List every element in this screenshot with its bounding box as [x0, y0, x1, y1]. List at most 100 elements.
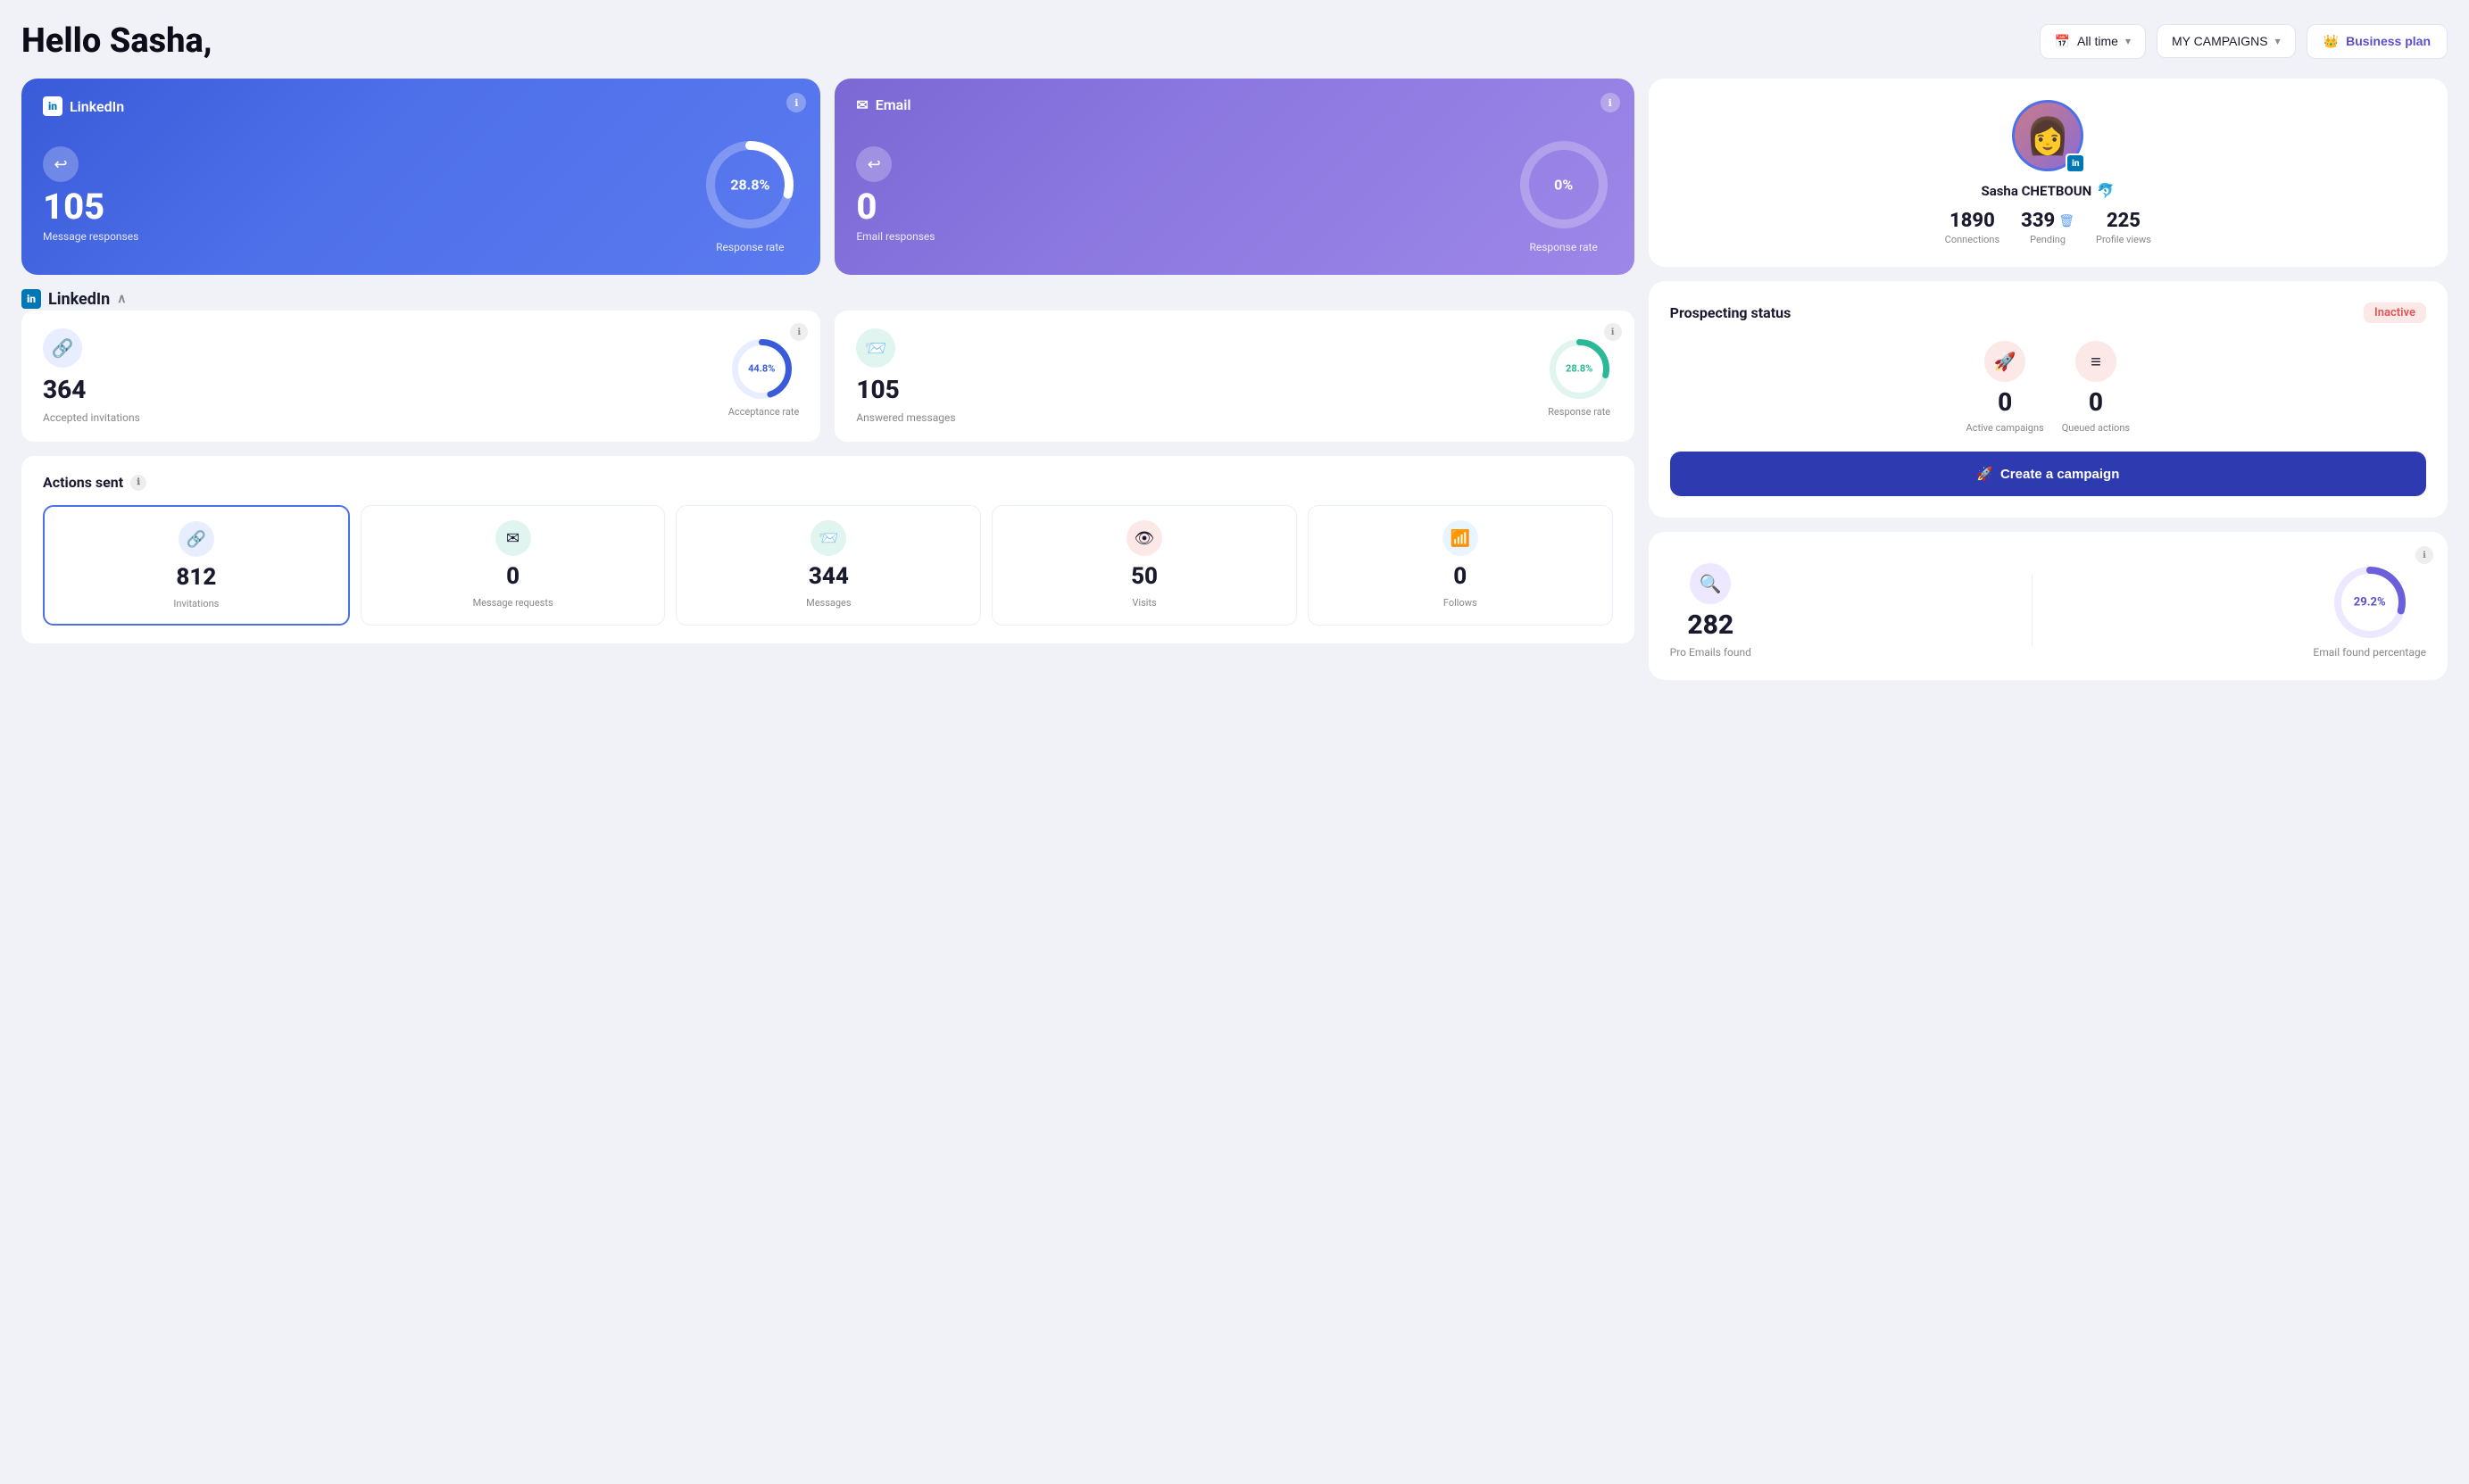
profile-name-text: Sasha CHETBOUN — [1981, 183, 2091, 199]
message-request-icon: ✉ — [495, 520, 531, 556]
queued-actions-stat: ≡ 0 Queued actions — [2062, 341, 2130, 434]
actions-sent-section: Actions sent ℹ 🔗 812 Invitations ✉ 0 Mes… — [21, 456, 1634, 643]
acceptance-rate-donut: 44.8% — [728, 336, 795, 402]
status-badge: Inactive — [2364, 303, 2426, 323]
invitations-action-card[interactable]: 🔗 812 Invitations — [43, 505, 350, 626]
linkedin-response-rate-donut: 28.8% — [701, 136, 799, 234]
trash-icon[interactable]: 🗑 — [2058, 214, 2074, 228]
email-percentage-value: 29.2% — [2354, 596, 2386, 609]
email-rate-value: 0% — [1554, 177, 1573, 194]
main-grid: in LinkedIn ℹ ↩ 105 Message responses — [21, 79, 2448, 680]
email-card-left: ↩ 0 Email responses — [856, 111, 935, 243]
queued-actions-count: 0 — [2089, 387, 2103, 417]
invitations-stat-left: 🔗 364 Accepted invitations — [43, 328, 140, 424]
linkedin-card-right: 28.8% Response rate — [701, 100, 799, 253]
connections-count: 1890 — [1949, 210, 1995, 232]
chevron-down-icon: ▾ — [2275, 35, 2281, 47]
prospecting-title: Prospecting status — [1670, 304, 1791, 321]
linkedin-section: in LinkedIn ∧ ℹ 🔗 364 Accepted invitatio… — [21, 289, 1634, 442]
invitations-action-count: 812 — [176, 564, 216, 591]
actions-cards-container: 🔗 812 Invitations ✉ 0 Message requests 📨… — [43, 505, 1613, 626]
email-stats-card: ℹ 🔍 282 Pro Emails found 29.2% — [1649, 532, 2448, 680]
invitations-stat-card: ℹ 🔗 364 Accepted invitations 44.8% — [21, 311, 820, 442]
message-rate-donut-wrapper: 28.8% Response rate — [1546, 336, 1613, 418]
linkedin-card-header: in LinkedIn — [43, 96, 124, 116]
visits-label: Visits — [1132, 597, 1156, 609]
linkedin-card-info-icon[interactable]: ℹ — [786, 93, 806, 112]
rocket-icon: 🚀 — [1984, 341, 2025, 382]
messages-action-count: 344 — [809, 563, 849, 590]
follows-count: 0 — [1453, 563, 1467, 590]
linkedin-stats-row: ℹ 🔗 364 Accepted invitations 44.8% — [21, 311, 1634, 442]
pro-emails-label: Pro Emails found — [1670, 646, 1751, 659]
profile-views-label: Profile views — [2096, 234, 2151, 245]
email-percentage-label: Email found percentage — [2313, 646, 2426, 659]
actions-info-icon[interactable]: ℹ — [130, 475, 146, 491]
time-filter-dropdown[interactable]: 📅 All time ▾ — [2040, 24, 2146, 59]
top-controls: 📅 All time ▾ MY CAMPAIGNS ▾ 👑 Business p… — [2040, 24, 2448, 59]
follows-icon: 📶 — [1442, 520, 1478, 556]
business-plan-button[interactable]: 👑 Business plan — [2307, 24, 2448, 59]
profile-stats: 1890 Connections 339 🗑 Pending 225 Profi… — [1670, 210, 2426, 245]
connections-stat: 1890 Connections — [1945, 210, 1999, 245]
profile-card: 👩 in Sasha CHETBOUN 🐬 1890 Connections 3… — [1649, 79, 2448, 267]
stats-divider — [2032, 575, 2033, 646]
linkedin-card-left: ↩ 105 Message responses — [43, 111, 138, 243]
top-stats-row: in LinkedIn ℹ ↩ 105 Message responses — [21, 79, 1634, 275]
messages-action-icon: 📨 — [811, 520, 846, 556]
create-campaign-button[interactable]: 🚀 Create a campaign — [1670, 452, 2426, 496]
search-icon: 🔍 — [1690, 563, 1731, 604]
email-card-title: Email — [876, 96, 911, 113]
email-card-header: ✉ Email — [856, 96, 910, 113]
email-response-label: Email responses — [856, 230, 935, 243]
email-card-right: 0% Response rate — [1515, 100, 1613, 253]
email-summary-card: ✉ Email ℹ ↩ 0 Email responses 0% — [835, 79, 1634, 275]
email-card-info-icon[interactable]: ℹ — [1600, 93, 1620, 112]
message-requests-action-card[interactable]: ✉ 0 Message requests — [361, 505, 666, 626]
linkedin-card-title: LinkedIn — [70, 98, 124, 115]
linkedin-rate-value: 28.8% — [730, 177, 769, 194]
messages-stat-card: ℹ 📨 105 Answered messages 28.8% — [835, 311, 1634, 442]
linkedin-summary-card: in LinkedIn ℹ ↩ 105 Message responses — [21, 79, 820, 275]
pending-label: Pending — [2030, 234, 2066, 245]
linkedin-response-label: Message responses — [43, 230, 138, 243]
invitations-action-label: Invitations — [173, 598, 219, 609]
messages-action-label: Messages — [806, 597, 851, 609]
prospecting-card: Prospecting status Inactive 🚀 0 Active c… — [1649, 281, 2448, 518]
linkedin-section-header: in LinkedIn ∧ — [21, 289, 1634, 309]
acceptance-rate-value: 44.8% — [748, 363, 775, 375]
prospecting-stats: 🚀 0 Active campaigns ≡ 0 Queued actions — [1670, 341, 2426, 434]
profile-emoji: 🐬 — [2097, 182, 2115, 199]
chevron-down-icon: ▾ — [2125, 35, 2131, 47]
email-stats-info-icon[interactable]: ℹ — [2415, 546, 2433, 564]
create-campaign-label: Create a campaign — [2000, 467, 2119, 482]
message-rate-label: Response rate — [1546, 406, 1613, 418]
message-requests-count: 0 — [506, 563, 520, 590]
linkedin-section-logo: in — [21, 289, 41, 309]
crown-icon: 👑 — [2324, 34, 2339, 49]
email-icon: ✉ — [856, 96, 868, 113]
campaigns-filter-dropdown[interactable]: MY CAMPAIGNS ▾ — [2157, 24, 2296, 58]
invitations-count: 364 — [43, 375, 86, 404]
email-rate-label: Response rate — [1529, 241, 1597, 253]
pending-number-wrapper: 339 🗑 — [2021, 210, 2074, 232]
queue-icon: ≡ — [2075, 341, 2116, 382]
messages-stat-left: 📨 105 Answered messages — [856, 328, 955, 424]
message-rate-donut: 28.8% — [1546, 336, 1613, 402]
linkedin-section-collapse-icon[interactable]: ∧ — [117, 292, 126, 306]
actions-title: Actions sent — [43, 474, 123, 491]
link-icon: 🔗 — [43, 328, 82, 368]
pro-emails-stat: 🔍 282 Pro Emails found — [1670, 563, 1751, 659]
linkedin-response-count: 105 — [43, 189, 104, 225]
visits-count: 50 — [1131, 563, 1158, 590]
visits-action-card[interactable]: 👁 50 Visits — [992, 505, 1297, 626]
messages-action-card[interactable]: 📨 344 Messages — [676, 505, 981, 626]
acceptance-rate-label: Acceptance rate — [728, 406, 800, 418]
connections-label: Connections — [1945, 234, 1999, 245]
email-stats-content: 🔍 282 Pro Emails found 29.2% Email found… — [1670, 562, 2426, 659]
avatar-face: 👩 — [2025, 115, 2070, 157]
active-campaigns-label: Active campaigns — [1966, 422, 2044, 434]
follows-action-card[interactable]: 📶 0 Follows — [1308, 505, 1613, 626]
pending-count: 339 — [2021, 210, 2055, 232]
rocket-btn-icon: 🚀 — [1976, 466, 1993, 482]
